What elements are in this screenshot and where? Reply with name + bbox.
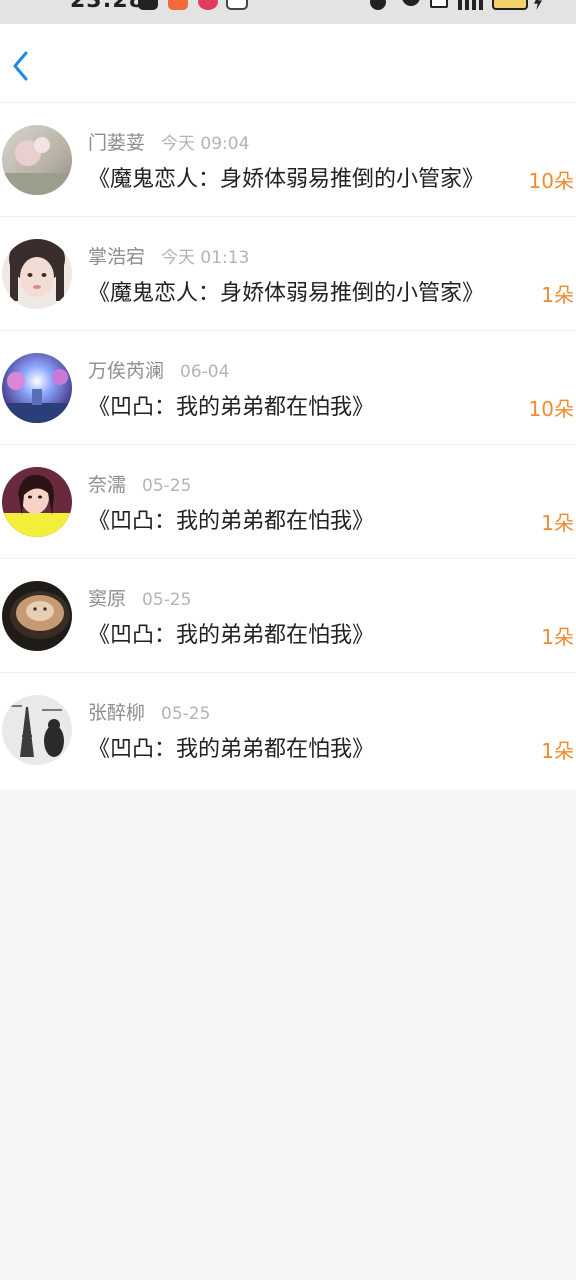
alarm-icon	[370, 0, 386, 10]
gift-amount: 1朵	[541, 739, 574, 763]
timestamp: 今天 01:13	[161, 248, 250, 268]
name-line: 掌浩宕 今天 01:13	[88, 243, 249, 271]
avatar[interactable]	[2, 125, 72, 195]
gift-amount: 1朵	[541, 283, 574, 307]
list-item[interactable]: 门蒌荽 今天 09:04 《魔鬼恋人：身娇体弱易推倒的小管家》 10朵	[0, 103, 576, 217]
app-notification-icon	[168, 0, 188, 10]
user-name[interactable]: 门蒌荽	[88, 132, 145, 154]
avatar[interactable]	[2, 581, 72, 651]
top-navigation-bar	[0, 24, 576, 103]
name-line: 窦原 05-25	[88, 585, 191, 613]
avatar[interactable]	[2, 695, 72, 765]
book-title: 《凹凸：我的弟弟都在怕我》	[88, 737, 375, 762]
gift-record-list: 门蒌荽 今天 09:04 《魔鬼恋人：身娇体弱易推倒的小管家》 10朵 掌浩宕 今天…	[0, 103, 576, 789]
list-item[interactable]: 奈濡 05-25 《凹凸：我的弟弟都在怕我》 1朵	[0, 445, 576, 559]
avatar[interactable]	[2, 239, 72, 309]
app-notification-icon	[138, 0, 158, 10]
timestamp: 05-25	[142, 590, 192, 610]
book-title: 《魔鬼恋人：身娇体弱易推倒的小管家》	[88, 167, 485, 192]
list-item[interactable]: 万俟芮澜 06-04 《凹凸：我的弟弟都在怕我》 10朵	[0, 331, 576, 445]
gift-amount: 10朵	[528, 397, 574, 421]
app-notification-icon	[198, 0, 218, 10]
name-line: 奈濡 05-25	[88, 471, 191, 499]
gift-amount: 1朵	[541, 625, 574, 649]
hd-icon	[430, 0, 448, 8]
list-item[interactable]: 掌浩宕 今天 01:13 《魔鬼恋人：身娇体弱易推倒的小管家》 1朵	[0, 217, 576, 331]
status-bar: 23:28	[0, 0, 576, 24]
user-name[interactable]: 掌浩宕	[88, 246, 145, 268]
book-title: 《凹凸：我的弟弟都在怕我》	[88, 509, 375, 534]
timestamp: 05-25	[142, 476, 192, 496]
name-line: 万俟芮澜 06-04	[88, 357, 229, 385]
user-name[interactable]: 奈濡	[88, 474, 126, 496]
wifi-icon	[402, 0, 420, 6]
status-time: 23:28	[70, 0, 146, 13]
timestamp: 今天 09:04	[161, 134, 250, 154]
battery-icon	[492, 0, 528, 10]
chevron-left-icon	[13, 51, 28, 81]
book-title: 《凹凸：我的弟弟都在怕我》	[88, 623, 375, 648]
avatar[interactable]	[2, 353, 72, 423]
book-title: 《凹凸：我的弟弟都在怕我》	[88, 395, 375, 420]
back-button[interactable]	[0, 46, 40, 86]
name-line: 张醉柳 05-25	[88, 699, 210, 727]
charging-icon	[534, 0, 542, 10]
app-notification-icon	[226, 0, 248, 10]
gift-amount: 1朵	[541, 511, 574, 535]
user-name[interactable]: 窦原	[88, 588, 126, 610]
list-item[interactable]: 窦原 05-25 《凹凸：我的弟弟都在怕我》 1朵	[0, 559, 576, 673]
list-item[interactable]: 张醉柳 05-25 《凹凸：我的弟弟都在怕我》 1朵	[0, 673, 576, 789]
gift-amount: 10朵	[528, 169, 574, 193]
user-name[interactable]: 张醉柳	[88, 702, 145, 724]
timestamp: 05-25	[161, 704, 211, 724]
user-name[interactable]: 万俟芮澜	[88, 360, 164, 382]
timestamp: 06-04	[180, 362, 230, 382]
name-line: 门蒌荽 今天 09:04	[88, 129, 249, 157]
book-title: 《魔鬼恋人：身娇体弱易推倒的小管家》	[88, 281, 485, 306]
avatar[interactable]	[2, 467, 72, 537]
signal-icon	[458, 0, 484, 10]
